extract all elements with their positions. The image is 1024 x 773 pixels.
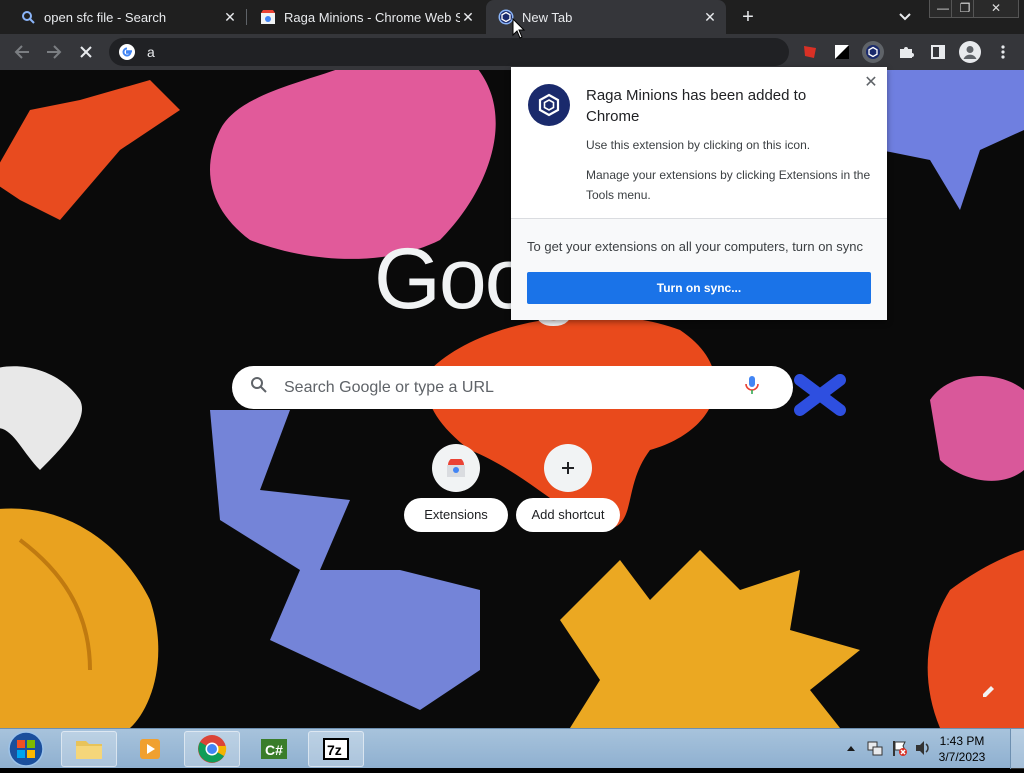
extension-hex-icon[interactable]: [862, 41, 884, 63]
chrome-icon[interactable]: [184, 731, 240, 767]
side-panel-icon[interactable]: [927, 41, 949, 63]
svg-text:C#: C#: [265, 742, 283, 758]
chevron-down-icon[interactable]: [896, 8, 914, 26]
pencil-icon[interactable]: [980, 684, 1004, 708]
csharp-icon[interactable]: C#: [246, 731, 302, 767]
ntp-search-input[interactable]: [282, 377, 726, 398]
mouse-cursor-icon: [512, 17, 526, 40]
tab-web-store[interactable]: Raga Minions - Chrome Web Store ✕: [240, 0, 486, 34]
7zip-icon[interactable]: 7z: [308, 731, 364, 767]
back-icon[interactable]: [10, 40, 34, 64]
google-g-icon: [119, 44, 135, 60]
search-icon: [250, 376, 268, 399]
shortcut-label: Extensions: [404, 498, 508, 532]
shortcut-extensions[interactable]: Extensions: [404, 444, 508, 536]
media-player-icon[interactable]: [122, 731, 178, 767]
show-desktop-button[interactable]: [1010, 729, 1024, 769]
address-bar[interactable]: [109, 38, 789, 66]
windows-start-icon[interactable]: [6, 730, 46, 768]
bubble-description: Manage your extensions by clicking Exten…: [586, 168, 871, 202]
tab-close-icon[interactable]: ✕: [702, 9, 718, 25]
network-icon[interactable]: [866, 739, 883, 757]
show-hidden-icons-icon[interactable]: [844, 739, 860, 757]
tab-close-icon[interactable]: ✕: [460, 9, 476, 25]
ntp-search-box[interactable]: [232, 366, 793, 409]
tab-title: Raga Minions - Chrome Web Store: [284, 9, 460, 25]
extension-installed-bubble: Raga Minions has been added to Chrome ✕ …: [511, 67, 887, 320]
search-icon: [20, 9, 36, 25]
clock-date: 3/7/2023: [938, 750, 986, 764]
turn-on-sync-button[interactable]: Turn on sync...: [527, 272, 871, 304]
plus-icon: [544, 444, 592, 492]
web-store-icon: [260, 9, 276, 25]
stop-loading-icon[interactable]: [74, 40, 98, 64]
shortcut-label: Add shortcut: [516, 498, 620, 532]
clock-time: 1:43 PM: [939, 734, 985, 748]
address-input[interactable]: [147, 44, 747, 60]
file-explorer-icon[interactable]: [61, 731, 117, 767]
bubble-description: Use this extension by clicking on this i…: [586, 138, 811, 152]
tab-close-icon[interactable]: ✕: [222, 9, 238, 25]
extension-red-icon[interactable]: [799, 41, 821, 63]
microphone-icon[interactable]: [744, 375, 760, 400]
window-close-button[interactable]: ✕: [973, 0, 1019, 18]
system-clock[interactable]: 1:43 PM 3/7/2023: [934, 733, 990, 765]
extension-hex-icon: [528, 84, 570, 126]
volume-icon[interactable]: [914, 739, 930, 757]
more-menu-icon[interactable]: [992, 41, 1014, 63]
puzzle-icon[interactable]: [895, 41, 917, 63]
profile-avatar-icon[interactable]: [959, 41, 981, 63]
bubble-title: Raga Minions has been added to Chrome: [586, 87, 807, 125]
extension-contrast-icon[interactable]: [831, 41, 853, 63]
tab-search[interactable]: open sfc file - Search ✕: [0, 0, 246, 34]
tab-title: open sfc file - Search: [44, 9, 167, 25]
sync-prompt: To get your extensions on all your compu…: [527, 239, 864, 254]
bubble-footer: To get your extensions on all your compu…: [511, 219, 887, 320]
taskbar: C# 7z 1:43 PM 3/7/2023: [0, 728, 1024, 769]
svg-text:7z: 7z: [327, 742, 342, 758]
forward-icon[interactable]: [42, 40, 66, 64]
shortcut-add[interactable]: Add shortcut: [516, 444, 620, 536]
tab-title: New Tab: [522, 9, 573, 25]
close-icon[interactable]: ✕: [861, 73, 881, 93]
web-store-icon: [432, 444, 480, 492]
action-center-flag-icon[interactable]: [890, 739, 907, 757]
new-tab-button[interactable]: +: [737, 6, 759, 28]
